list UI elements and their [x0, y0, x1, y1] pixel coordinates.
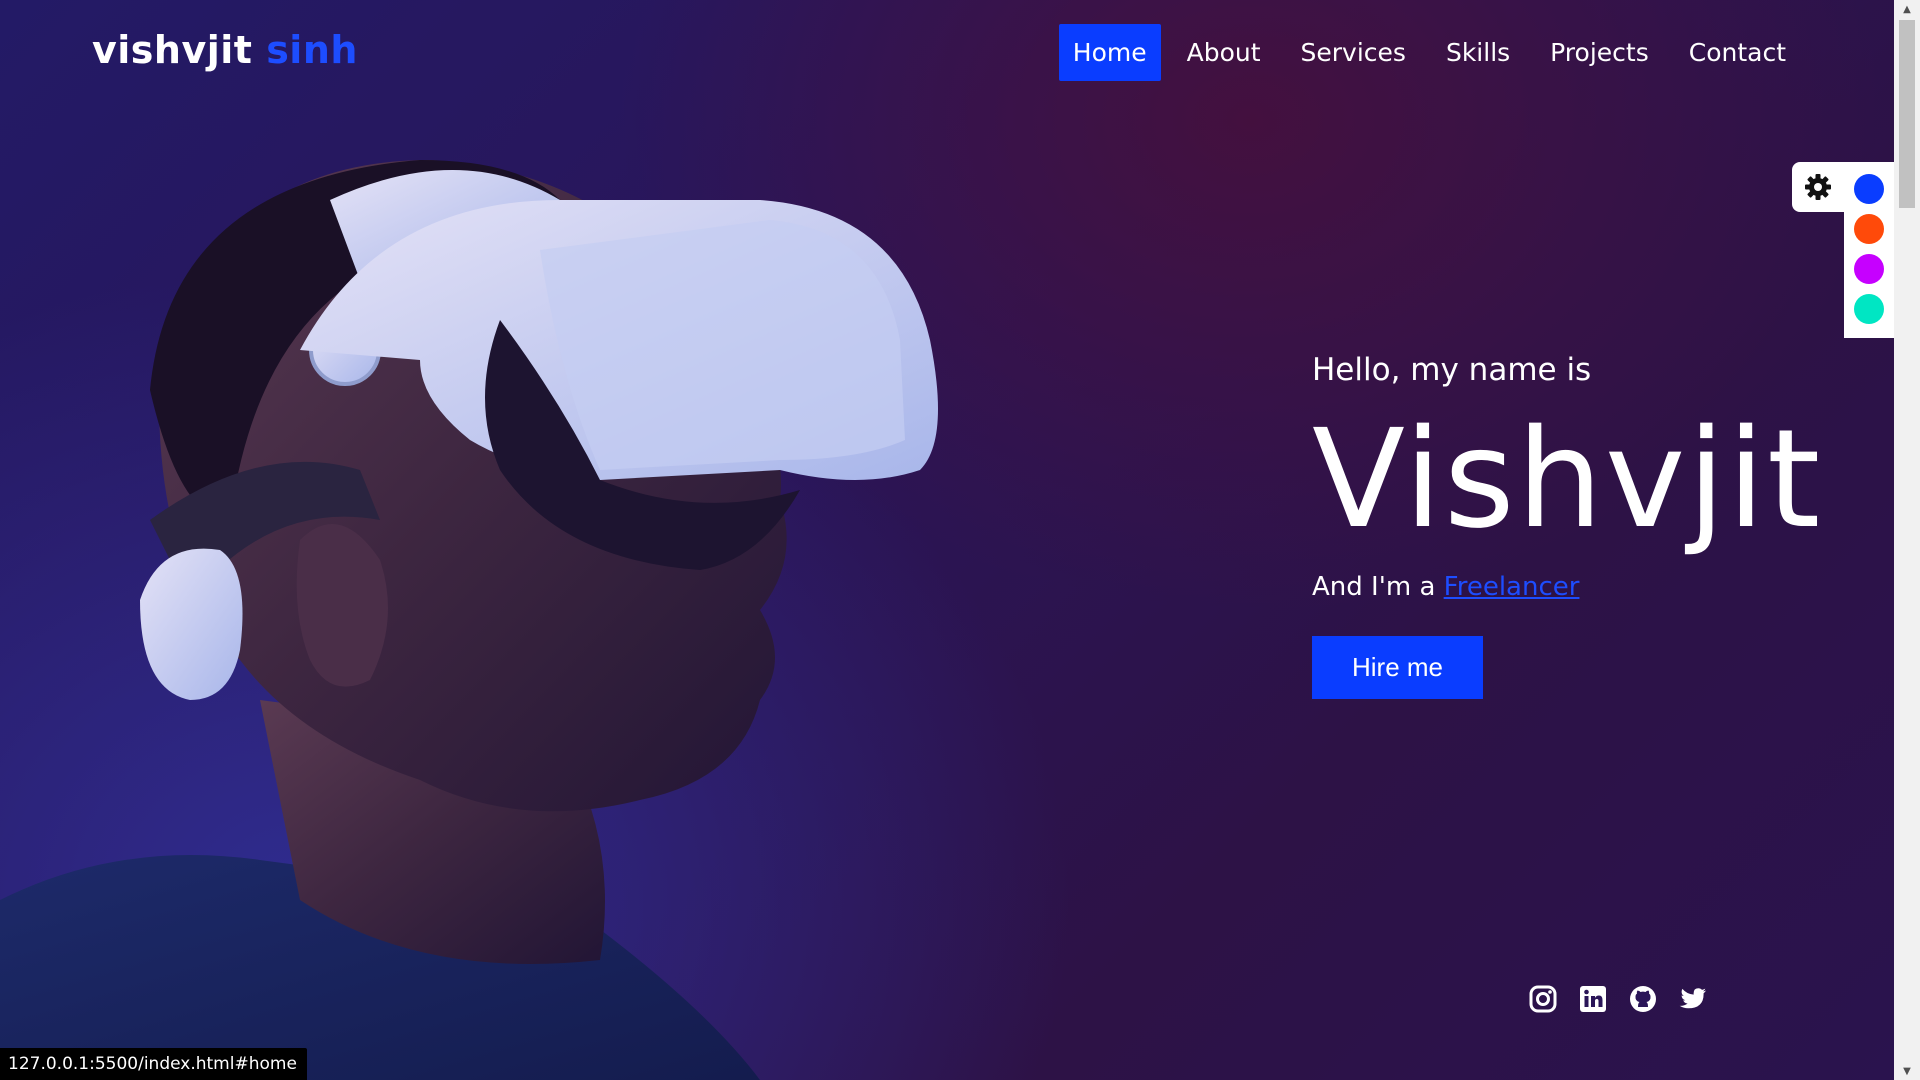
nav-item-services[interactable]: Services [1287, 24, 1420, 81]
nav-item-contact[interactable]: Contact [1675, 24, 1800, 81]
brand-logo[interactable]: vishvjit sinh [92, 28, 358, 72]
swatch-blue[interactable] [1854, 174, 1884, 204]
twitter-icon[interactable] [1678, 984, 1708, 1014]
color-swatch-panel [1844, 162, 1894, 338]
github-icon[interactable] [1628, 984, 1658, 1014]
nav-item-skills[interactable]: Skills [1432, 24, 1524, 81]
gear-icon [1805, 174, 1831, 200]
hero-name: Vishvjit [1312, 401, 1823, 559]
swatch-orange[interactable] [1854, 214, 1884, 244]
swatch-purple[interactable] [1854, 254, 1884, 284]
hire-me-button[interactable]: Hire me [1312, 635, 1484, 699]
brand-first: vishvjit [92, 28, 253, 72]
linkedin-icon[interactable] [1578, 984, 1608, 1014]
nav-item-projects[interactable]: Projects [1536, 24, 1663, 81]
swatch-teal[interactable] [1854, 294, 1884, 324]
hero-role-line: And I'm a Freelancer [1312, 572, 1822, 602]
theme-toggle-button[interactable] [1792, 162, 1844, 212]
instagram-icon[interactable] [1528, 984, 1558, 1014]
status-url-preview: 127.0.0.1:5500/index.html#home [0, 1048, 307, 1080]
page: vishvjit sinh Home About Services Skills… [0, 0, 1920, 1080]
brand-second: sinh [266, 28, 358, 72]
main-nav: Home About Services Skills Projects Cont… [1058, 24, 1800, 81]
role-link[interactable]: Freelancer [1444, 572, 1580, 602]
nav-item-home[interactable]: Home [1058, 24, 1161, 81]
scrollbar[interactable]: ▲ ▼ [1894, 0, 1920, 1080]
nav-item-about[interactable]: About [1173, 24, 1275, 81]
hero-image [0, 160, 938, 1080]
hero-text: Hello, my name is Vishvjit And I'm a Fre… [1312, 352, 1822, 699]
scroll-thumb[interactable] [1899, 20, 1915, 208]
scroll-down-arrow[interactable]: ▼ [1894, 1062, 1920, 1080]
scroll-up-arrow[interactable]: ▲ [1894, 0, 1920, 18]
social-links [1528, 984, 1708, 1014]
role-prefix: And I'm a [1312, 571, 1444, 602]
hero-greeting: Hello, my name is [1312, 352, 1592, 388]
